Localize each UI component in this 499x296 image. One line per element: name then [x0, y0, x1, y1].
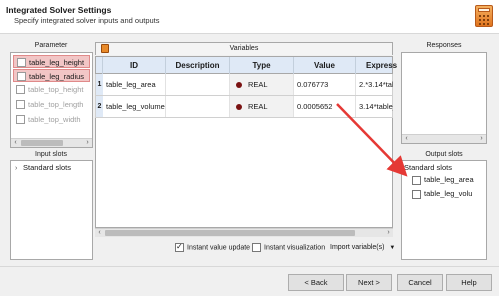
variables-title: Variables: [229, 45, 259, 52]
cell-id[interactable]: table_leg_volume: [103, 96, 166, 117]
row-number: 2: [96, 96, 103, 117]
table-row[interactable]: 1 table_leg_area REAL 0.076773 2.*3.14*t…: [95, 74, 393, 96]
output-slots-panel: Standard slots table_leg_area table_leg_…: [401, 160, 487, 260]
output-slots-tree-root[interactable]: Standard slots: [404, 163, 452, 172]
cell-type[interactable]: REAL: [230, 74, 294, 95]
scroll-left-icon[interactable]: ‹: [11, 138, 20, 147]
parameter-checkbox[interactable]: [16, 100, 25, 109]
cell-value[interactable]: 0.0005652: [294, 96, 356, 117]
dialog-header: Integrated Solver Settings Specify integ…: [0, 0, 499, 34]
instant-value-update-option[interactable]: Instant value update: [175, 242, 251, 253]
cell-description[interactable]: [166, 96, 230, 117]
variables-title-bar: Variables: [95, 42, 393, 55]
scroll-right-icon[interactable]: ›: [477, 134, 486, 143]
dialog-title: Integrated Solver Settings: [6, 5, 112, 15]
parameter-item[interactable]: table_top_width: [13, 113, 90, 126]
parameter-item-label: table_top_width: [28, 115, 81, 124]
variables-hscrollbar[interactable]: ‹ ›: [95, 228, 393, 237]
scroll-left-icon[interactable]: ‹: [95, 228, 104, 237]
variables-table-header: ID Description Type Value Express: [95, 56, 397, 75]
cell-type[interactable]: REAL: [230, 96, 294, 117]
parameter-checkbox[interactable]: [16, 115, 25, 124]
cell-expression[interactable]: 3.14*table_l: [356, 96, 393, 117]
cell-type-label: REAL: [248, 80, 268, 89]
footer-separator: [0, 266, 499, 267]
instant-value-update-label: Instant value update: [187, 244, 251, 252]
cell-id[interactable]: table_leg_area: [103, 74, 166, 95]
parameter-panel-title: Parameter: [34, 42, 68, 49]
table-row[interactable]: 2 table_leg_volume REAL 0.0005652 3.14*t…: [95, 96, 393, 118]
column-id[interactable]: ID: [103, 57, 166, 75]
parameter-item-label: table_leg_height: [29, 58, 85, 67]
chevron-down-icon[interactable]: ▼: [389, 245, 395, 251]
scroll-right-icon[interactable]: ›: [83, 138, 92, 147]
row-number: 1: [96, 74, 103, 95]
output-slots-title: Output slots: [425, 151, 463, 158]
scroll-right-icon[interactable]: ›: [384, 228, 393, 237]
column-value[interactable]: Value: [294, 57, 356, 75]
output-slot-checkbox[interactable]: [412, 175, 421, 185]
parameter-item-label: table_top_length: [28, 100, 84, 109]
instant-visualization-checkbox[interactable]: [252, 243, 261, 252]
cell-type-label: REAL: [248, 102, 268, 111]
output-slot-label: table_leg_area: [424, 175, 474, 184]
parameter-list: table_leg_height table_leg_radius table_…: [10, 52, 93, 148]
column-expression[interactable]: Express: [356, 57, 397, 75]
parameter-checkbox[interactable]: [17, 58, 26, 67]
instant-visualization-label: Instant visualization: [264, 244, 326, 252]
output-slots-root-label: Standard slots: [404, 163, 452, 172]
cell-expression[interactable]: 2.*3.14*tabl: [356, 74, 393, 95]
import-variables-label: Import variable(s): [330, 244, 385, 251]
back-button[interactable]: < Back: [288, 274, 344, 291]
instant-value-update-checkbox[interactable]: [175, 242, 184, 252]
help-button[interactable]: Help: [446, 274, 492, 291]
real-type-icon: [236, 104, 242, 111]
instant-visualization-option[interactable]: Instant visualization: [252, 243, 325, 253]
parameter-item-label: table_top_height: [28, 85, 84, 94]
input-slots-root-label: Standard slots: [23, 163, 71, 172]
responses-title: Responses: [426, 42, 462, 49]
import-variables-dropdown[interactable]: Import variable(s) ▼: [330, 243, 395, 253]
next-button[interactable]: Next >: [346, 274, 392, 291]
parameter-item-label: table_leg_radius: [29, 72, 85, 81]
parameter-checkbox[interactable]: [17, 72, 26, 81]
column-type[interactable]: Type: [230, 57, 294, 75]
parameter-item[interactable]: table_leg_height: [13, 55, 90, 68]
responses-hscrollbar[interactable]: ‹ ›: [402, 134, 486, 143]
parameter-checkbox[interactable]: [16, 85, 25, 94]
input-slots-panel: › Standard slots: [10, 160, 93, 260]
output-slot-item[interactable]: table_leg_volu: [412, 189, 472, 199]
cancel-button[interactable]: Cancel: [397, 274, 443, 291]
cell-value[interactable]: 0.076773: [294, 74, 356, 95]
parameter-item[interactable]: table_top_height: [13, 83, 90, 96]
calculator-icon: [475, 5, 493, 27]
column-description[interactable]: Description: [166, 57, 230, 75]
output-slot-checkbox[interactable]: [412, 189, 421, 199]
responses-panel: ‹ ›: [401, 52, 487, 144]
scroll-left-icon[interactable]: ‹: [402, 134, 411, 143]
parameter-item[interactable]: table_leg_radius: [13, 69, 90, 82]
input-slots-tree-root[interactable]: › Standard slots: [15, 163, 71, 172]
chevron-right-icon[interactable]: ›: [15, 165, 23, 172]
cell-description[interactable]: [166, 74, 230, 95]
dialog-subtitle: Specify integrated solver inputs and out…: [14, 16, 160, 25]
output-slot-label: table_leg_volu: [424, 189, 473, 198]
parameter-item[interactable]: table_top_length: [13, 98, 90, 111]
parameter-hscrollbar[interactable]: ‹ ›: [11, 138, 92, 147]
input-slots-title: Input slots: [35, 151, 67, 158]
variables-empty-area: [95, 118, 393, 228]
output-slot-item[interactable]: table_leg_area: [412, 175, 474, 185]
real-type-icon: [236, 82, 242, 89]
